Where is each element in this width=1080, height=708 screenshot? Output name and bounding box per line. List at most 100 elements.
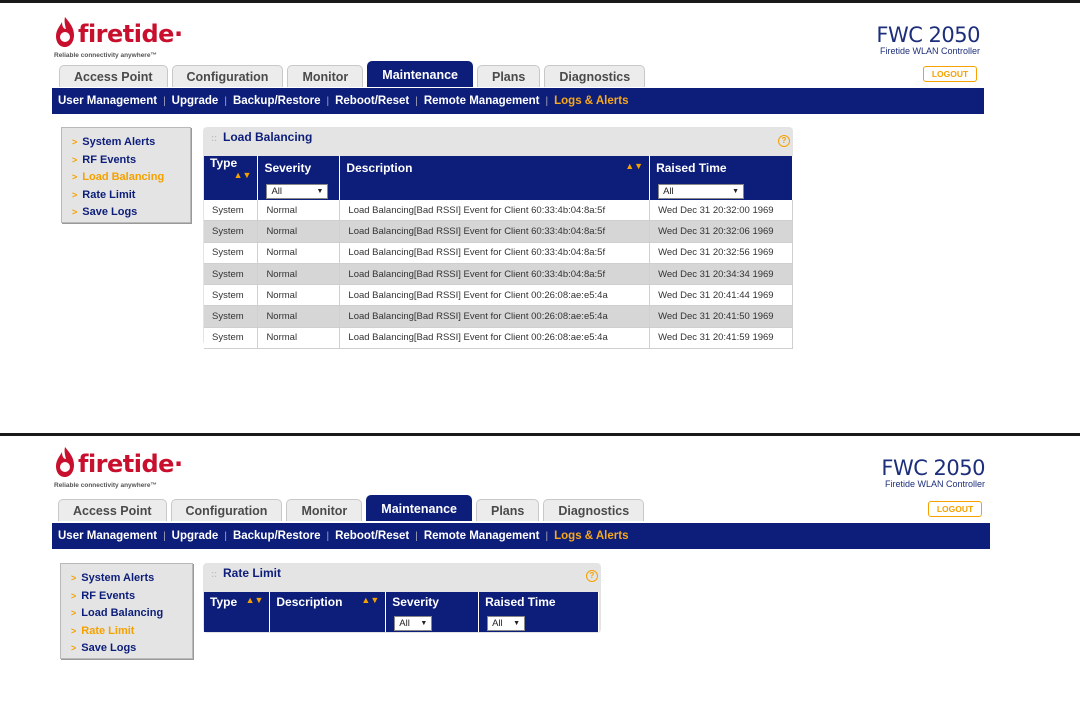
sort-arrows-icon[interactable]: ▲▼ <box>234 170 252 180</box>
sidebar-item-rate-limit[interactable]: > Rate Limit <box>72 187 190 205</box>
column-header-severity[interactable]: Severity <box>385 592 480 612</box>
sort-arrows-icon[interactable]: ▲▼ <box>361 595 379 605</box>
chevron-right-icon: > <box>71 625 77 636</box>
table-row[interactable]: System Normal Load Balancing[Bad RSSI] Eve… <box>204 263 793 285</box>
logo-tagline: Reliable connectivity anywhere™ <box>54 482 157 489</box>
subnav-remote-management[interactable]: Remote Management <box>418 530 546 542</box>
table-row[interactable]: System Normal Load Balancing[Bad RSSI] Eve… <box>204 242 793 264</box>
sidebar-item-rf-events[interactable]: > RF Events <box>71 588 192 606</box>
filter-row: All ▼ All ▼ <box>204 612 599 632</box>
chevron-right-icon: > <box>71 643 77 653</box>
tab-plans[interactable]: Plans <box>476 499 540 521</box>
cell-description: Load Balancing[Bad RSSI] Event for Clien… <box>339 200 651 221</box>
cell-severity: Normal <box>257 242 341 264</box>
tab-monitor[interactable]: Monitor <box>287 65 364 87</box>
severity-filter-select[interactable]: All ▼ <box>266 184 329 199</box>
tab-access-point[interactable]: Access Point <box>59 65 168 87</box>
cell-description: Load Balancing[Bad RSSI] Event for Clien… <box>339 327 651 349</box>
column-header-description[interactable]: Description ▲▼ <box>339 156 651 180</box>
cell-type: System <box>204 327 259 349</box>
subnav-backup-restore[interactable]: Backup/Restore <box>227 95 327 107</box>
tab-maintenance[interactable]: Maintenance <box>367 61 473 87</box>
product-subtitle: Firetide WLAN Controller <box>884 479 985 489</box>
tab-diagnostics[interactable]: Diagnostics <box>544 65 646 87</box>
tab-monitor[interactable]: Monitor <box>286 499 363 521</box>
raised-time-filter-select[interactable]: All ▼ <box>658 184 745 199</box>
table-header-row: Type ▲▼ Description ▲▼ Severity Raised Tim… <box>204 592 599 612</box>
severity-filter-select[interactable]: All ▼ <box>394 616 433 631</box>
cell-description: Load Balancing[Bad RSSI] Event for Clien… <box>339 263 651 285</box>
subnav-upgrade[interactable]: Upgrade <box>166 530 225 542</box>
cell-severity: Normal <box>257 305 341 328</box>
column-header-description[interactable]: Description ▲▼ <box>269 592 387 612</box>
sidebar-item-save-logs[interactable]: > Save Logs <box>71 640 192 658</box>
sidebar-item-system-alerts[interactable]: > System Alerts <box>71 570 192 588</box>
cell-type: System <box>204 200 259 221</box>
screenshot-panel-rate-limit: firetide· Reliable connectivity anywhere… <box>0 436 1080 708</box>
help-icon[interactable]: ? <box>586 570 598 582</box>
column-header-type[interactable]: Type ▲▼ <box>204 592 271 612</box>
filter-cell-severity: All ▼ <box>257 180 341 200</box>
help-icon[interactable]: ? <box>778 135 790 147</box>
tab-access-point[interactable]: Access Point <box>58 499 167 521</box>
sidebar-item-system-alerts[interactable]: > System Alerts <box>72 134 190 152</box>
table-row[interactable]: System Normal Load Balancing[Bad RSSI] Eve… <box>204 200 793 221</box>
maintenance-subnav: User Management | Upgrade | Backup/Restore… <box>52 88 984 114</box>
chevron-right-icon: > <box>72 154 78 165</box>
load-balancing-table: Type ▲▼ Severity Description ▲▼ Raised Tim… <box>204 156 793 349</box>
tab-configuration[interactable]: Configuration <box>171 65 284 87</box>
drag-handle-icon[interactable]: :: <box>211 569 217 579</box>
subnav-remote-management[interactable]: Remote Management <box>418 95 546 107</box>
column-header-raised-time[interactable]: Raised Time <box>649 156 793 180</box>
tab-configuration[interactable]: Configuration <box>170 499 283 521</box>
product-header: FWC 2050 Firetide WLAN Controller <box>860 23 980 56</box>
subnav-upgrade[interactable]: Upgrade <box>166 95 225 107</box>
sort-arrows-icon[interactable]: ▲▼ <box>246 595 264 605</box>
logs-sidebar: > System Alerts > RF Events > Load Balancin… <box>61 127 191 223</box>
table-row[interactable]: System Normal Load Balancing[Bad RSSI] Eve… <box>204 327 793 349</box>
dropdown-arrow-icon: ▼ <box>420 620 428 627</box>
flame-logo-icon <box>56 17 74 47</box>
sidebar-item-load-balancing[interactable]: > Load Balancing <box>71 605 192 623</box>
filter-cell-severity: All ▼ <box>385 612 480 632</box>
filter-cell-empty <box>204 612 271 632</box>
column-header-raised-time[interactable]: Raised Time <box>478 592 599 612</box>
tab-maintenance[interactable]: Maintenance <box>366 495 472 521</box>
sidebar-item-save-logs[interactable]: > Save Logs <box>72 204 190 222</box>
product-subtitle: Firetide WLAN Controller <box>879 46 980 56</box>
chevron-right-icon: > <box>71 573 77 583</box>
tab-plans[interactable]: Plans <box>477 65 541 87</box>
chevron-right-icon: > <box>72 207 78 217</box>
logo-tagline: Reliable connectivity anywhere™ <box>54 52 157 59</box>
cell-description: Load Balancing[Bad RSSI] Event for Clien… <box>339 242 651 264</box>
logout-button[interactable]: LOGOUT <box>928 501 982 517</box>
subnav-user-management[interactable]: User Management <box>52 95 163 107</box>
logout-button[interactable]: LOGOUT <box>923 66 977 82</box>
sidebar-item-load-balancing[interactable]: > Load Balancing <box>72 169 190 187</box>
subnav-logs-alerts[interactable]: Logs & Alerts <box>548 530 634 542</box>
subnav-backup-restore[interactable]: Backup/Restore <box>227 530 327 542</box>
subnav-logs-alerts[interactable]: Logs & Alerts <box>548 95 634 107</box>
subnav-reboot-reset[interactable]: Reboot/Reset <box>329 530 415 542</box>
chevron-right-icon: > <box>72 172 78 182</box>
sidebar-item-rf-events[interactable]: > RF Events <box>72 152 190 170</box>
filter-cell-raised-time: All ▼ <box>478 612 599 632</box>
table-row[interactable]: System Normal Load Balancing[Bad RSSI] Eve… <box>204 220 793 243</box>
raised-time-filter-select[interactable]: All ▼ <box>487 616 526 631</box>
column-header-severity[interactable]: Severity <box>257 156 341 180</box>
drag-handle-icon[interactable]: :: <box>211 133 217 143</box>
table-header-row: Type ▲▼ Severity Description ▲▼ Raised Tim… <box>204 156 793 180</box>
tab-diagnostics[interactable]: Diagnostics <box>543 499 645 521</box>
column-header-type[interactable]: Type ▲▼ <box>204 156 259 180</box>
subnav-reboot-reset[interactable]: Reboot/Reset <box>329 95 415 107</box>
table-row[interactable]: System Normal Load Balancing[Bad RSSI] Eve… <box>204 284 793 306</box>
cell-type: System <box>204 242 259 264</box>
sort-arrows-icon[interactable]: ▲▼ <box>625 161 643 171</box>
table-row[interactable]: System Normal Load Balancing[Bad RSSI] Eve… <box>204 305 793 328</box>
chevron-right-icon: > <box>71 608 77 618</box>
sidebar-item-rate-limit[interactable]: > Rate Limit <box>71 623 192 641</box>
filter-cell-raised-time: All ▼ <box>649 180 793 200</box>
subnav-user-management[interactable]: User Management <box>52 530 163 542</box>
flame-logo-icon <box>56 447 74 477</box>
screenshot-panel-load-balancing: firetide· Reliable connectivity anywhere… <box>0 3 1080 433</box>
